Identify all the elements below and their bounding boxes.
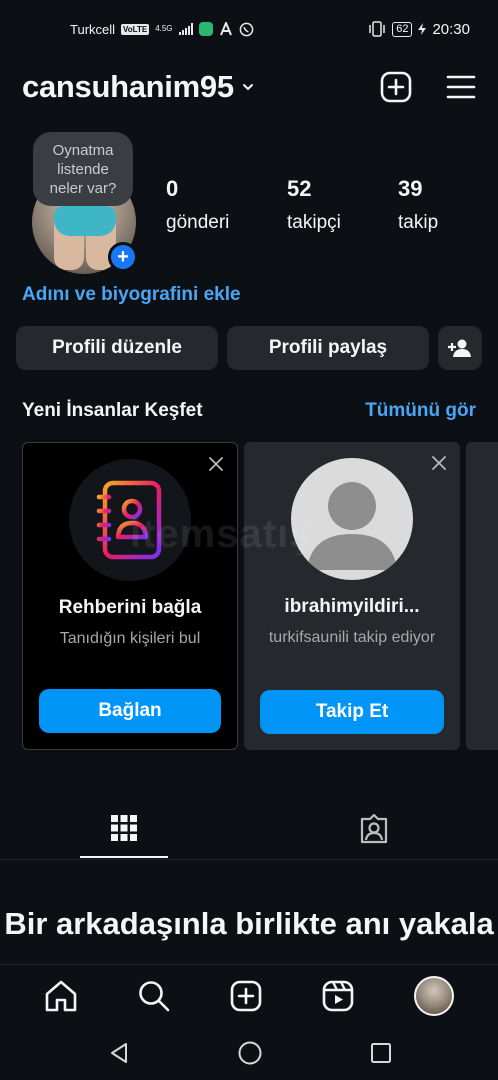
see-all-link[interactable]: Tümünü gör bbox=[365, 400, 476, 422]
discover-people-button[interactable] bbox=[438, 326, 482, 370]
avatar-photo-detail bbox=[54, 206, 116, 236]
home-icon[interactable] bbox=[44, 980, 78, 1012]
home-circle-icon[interactable] bbox=[237, 1040, 263, 1066]
vibrate-icon bbox=[369, 21, 385, 37]
carrier-name: Turkcell bbox=[70, 21, 116, 37]
create-post-icon[interactable] bbox=[230, 980, 262, 1012]
recents-icon[interactable] bbox=[370, 1042, 392, 1064]
whatsapp-icon bbox=[239, 22, 253, 36]
edit-profile-button[interactable]: Profili düzenle bbox=[16, 326, 218, 370]
account-switcher[interactable]: cansuhanim95 bbox=[22, 69, 254, 105]
connect-contacts-button[interactable]: Bağlan bbox=[39, 689, 221, 733]
stat-followers[interactable]: 52 takipçi bbox=[287, 176, 398, 234]
discover-title: Yeni İnsanlar Keşfet bbox=[22, 400, 203, 421]
username: cansuhanim95 bbox=[22, 69, 234, 104]
grid-icon bbox=[111, 815, 137, 841]
search-icon[interactable] bbox=[138, 980, 170, 1012]
tab-tagged[interactable] bbox=[330, 800, 418, 858]
suggestion-subtitle: turkifsaunili takip ediyor bbox=[268, 629, 436, 646]
follow-button[interactable]: Takip Et bbox=[260, 690, 444, 734]
suggestion-card-peek[interactable] bbox=[466, 442, 498, 750]
clock: 20:30 bbox=[432, 20, 470, 38]
note-text: Oynatma listende neler var? bbox=[49, 141, 117, 197]
empty-state-title: Bir arkadaşınla birlikte anı yakala bbox=[4, 906, 494, 941]
note-bubble[interactable]: Oynatma listende neler var? bbox=[33, 132, 133, 206]
stat-label: takipçi bbox=[287, 212, 341, 233]
battery-indicator: 62 bbox=[392, 21, 413, 37]
close-icon[interactable] bbox=[430, 454, 448, 472]
suggestion-carousel[interactable]: Rehberini bağla Tanıdığın kişileri bul B… bbox=[22, 442, 498, 750]
suggestion-card: Rehberini bağla Tanıdığın kişileri bul B… bbox=[22, 442, 238, 750]
volte-badge: VoLTE bbox=[121, 23, 150, 35]
profile-tab-avatar[interactable] bbox=[414, 975, 454, 1016]
stat-value: 0 bbox=[166, 176, 179, 201]
close-icon[interactable] bbox=[207, 455, 225, 473]
suggestion-subtitle: Tanıdığın kişileri bul bbox=[59, 630, 201, 647]
status-left: Turkcell VoLTE 4.5G bbox=[70, 22, 254, 37]
watermark-text: itemsatış bbox=[130, 512, 313, 556]
suggestion-name[interactable]: ibrahimyildiri... bbox=[284, 596, 419, 618]
add-person-icon bbox=[448, 339, 471, 357]
stat-posts[interactable]: 0 gönderi bbox=[166, 176, 287, 234]
suggestion-card: ibrahimyildiri... turkifsaunili takip ed… bbox=[244, 442, 460, 750]
status-right: 62 20:30 bbox=[368, 21, 470, 38]
content-tabs bbox=[0, 800, 498, 860]
status-bar: Turkcell VoLTE 4.5G 62 20:30 bbox=[0, 0, 498, 58]
back-icon[interactable] bbox=[107, 1041, 131, 1065]
profile-actions: Profili düzenle Profili paylaş bbox=[16, 326, 482, 370]
font-notification-icon bbox=[219, 22, 232, 36]
charging-icon bbox=[418, 23, 427, 35]
tab-posts-grid[interactable] bbox=[80, 800, 168, 858]
discover-header: Yeni İnsanlar Keşfet Tümünü gör bbox=[22, 400, 476, 422]
add-story-icon[interactable]: + bbox=[108, 242, 138, 272]
add-bio-link[interactable]: Adını ve biyografini ekle bbox=[22, 284, 241, 306]
create-icon[interactable] bbox=[380, 71, 412, 103]
profile-stats: 0 gönderi 52 takipçi 39 takip bbox=[166, 176, 478, 234]
stat-label: takip bbox=[398, 212, 439, 233]
chevron-down-icon bbox=[242, 84, 253, 90]
reels-icon[interactable] bbox=[322, 980, 354, 1012]
bottom-navigation bbox=[0, 964, 498, 1026]
profile-header: cansuhanim95 bbox=[22, 62, 476, 112]
suggestion-name: Rehberini bağla bbox=[58, 597, 202, 618]
share-profile-button[interactable]: Profili paylaş bbox=[227, 326, 429, 370]
menu-icon[interactable] bbox=[446, 74, 476, 100]
network-type: 4.5G bbox=[155, 24, 173, 33]
header-actions bbox=[380, 71, 476, 103]
tagged-icon bbox=[360, 814, 388, 844]
app-notification-icon bbox=[198, 22, 213, 36]
system-navigation bbox=[0, 1026, 498, 1080]
stat-following[interactable]: 39 takip bbox=[398, 176, 478, 234]
stat-label: gönderi bbox=[166, 212, 230, 233]
signal-icon bbox=[178, 23, 193, 35]
stat-value: 52 bbox=[287, 176, 312, 201]
stat-value: 39 bbox=[398, 176, 423, 201]
